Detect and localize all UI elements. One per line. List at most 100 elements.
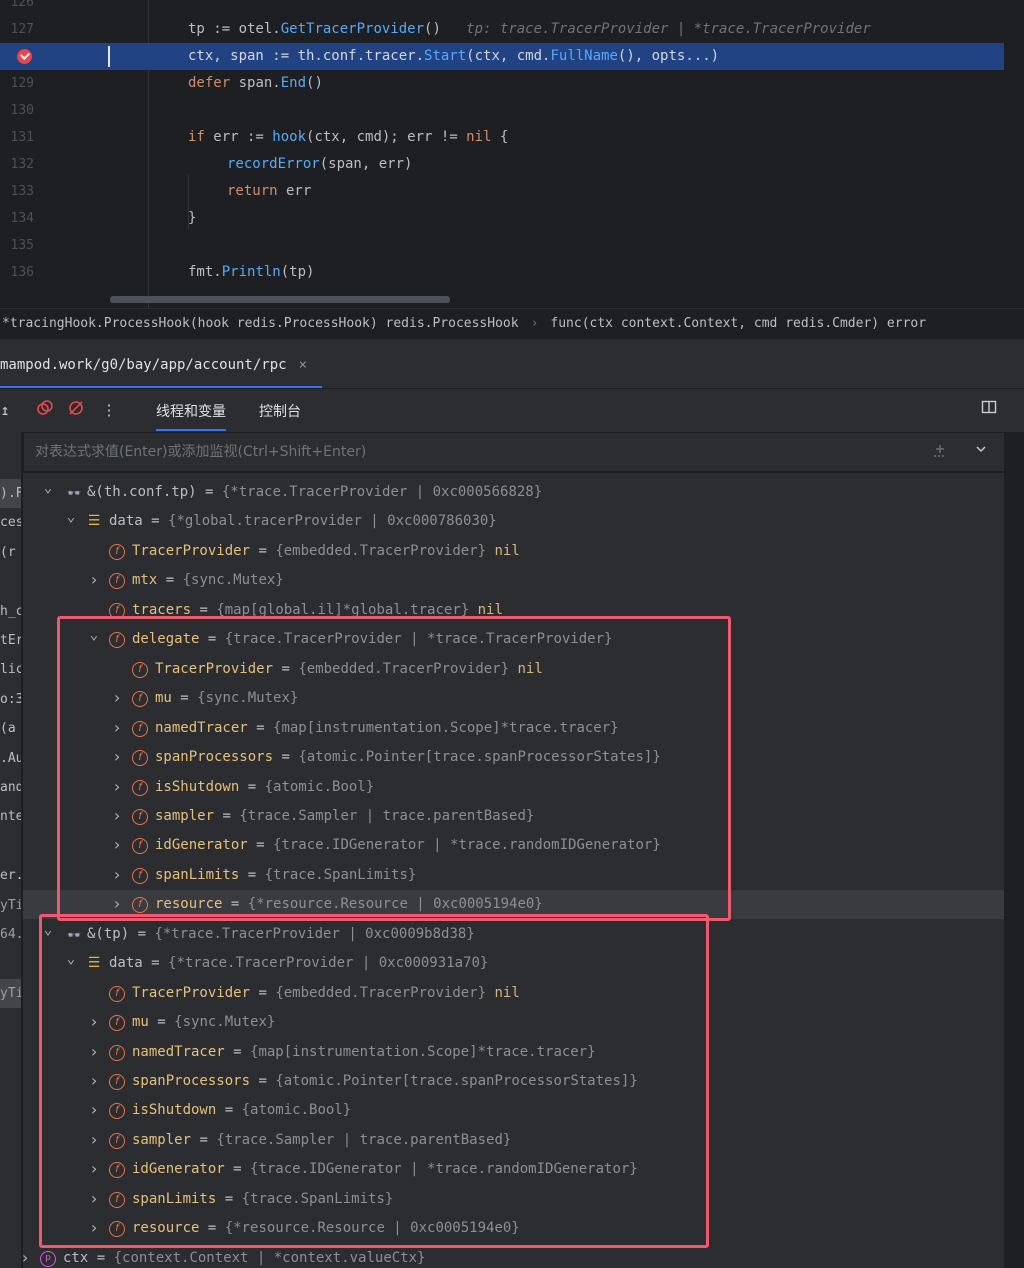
code-line[interactable]: 136 fmt.Println(tp): [0, 259, 1024, 286]
frames-panel[interactable]: ).F ces (r h_c tEr lic o:3 (a .Au and nte er. yTi 64.…: [0, 432, 22, 1268]
close-icon[interactable]: ×: [299, 357, 307, 373]
line-number[interactable]: 134: [0, 205, 34, 232]
code-text[interactable]: recordError(span, err): [227, 151, 412, 178]
frame-item[interactable]: ).F: [0, 479, 21, 508]
more-icon[interactable]: ⋮: [98, 399, 120, 421]
variable-row[interactable]: › f sampler = {trace.Sampler | trace.paren…: [23, 802, 1004, 831]
variable-row[interactable]: › f spanProcessors = {atomic.Pointer[trace…: [23, 743, 1004, 772]
frame-item[interactable]: h_c: [0, 597, 21, 626]
chevron-right-icon[interactable]: ›: [110, 684, 124, 711]
line-number[interactable]: 130: [0, 97, 34, 124]
code-line[interactable]: 127 tp := otel.GetTracerProvider() tp: tr…: [0, 16, 1024, 43]
line-number[interactable]: 129: [0, 70, 34, 97]
line-number[interactable]: 126: [0, 0, 34, 16]
variable-row[interactable]: ⌄ f delegate = {trace.TracerProvider | *tr…: [23, 625, 1004, 654]
variable-row[interactable]: f tracers = {map[global.il]*global.tracer…: [23, 596, 1004, 625]
chevron-down-icon[interactable]: [974, 442, 988, 460]
variable-row[interactable]: ⌄ 👓 &(th.conf.tp) = {*trace.TracerProvider…: [23, 478, 1004, 507]
code-text[interactable]: }: [188, 205, 196, 232]
layout-icon[interactable]: [978, 399, 1000, 421]
tab-threads-variables[interactable]: 线程和变量: [156, 401, 226, 431]
code-line[interactable]: 130: [0, 97, 1024, 124]
code-line[interactable]: 131 if err := hook(ctx, cmd); err != nil …: [0, 124, 1024, 151]
variable-row[interactable]: › f spanLimits = {trace.SpanLimits}: [23, 861, 1004, 890]
line-number[interactable]: 133: [0, 178, 34, 205]
chevron-down-icon[interactable]: ⌄: [41, 920, 55, 940]
frame-item[interactable]: [0, 832, 21, 861]
variable-row[interactable]: f TracerProvider = {embedded.TracerProvid…: [23, 979, 1004, 1008]
variable-row[interactable]: ⌄ ☰ data = {*global.tracerProvider | 0xc00…: [23, 507, 1004, 536]
chevron-down-icon[interactable]: ⌄: [64, 507, 78, 527]
debug-session-tab[interactable]: mampod.work/g0/bay/app/account/rpc ×: [0, 353, 307, 377]
frame-item[interactable]: yTi: [0, 978, 21, 1008]
code-text[interactable]: return err: [227, 178, 311, 205]
variable-row[interactable]: › f mu = {sync.Mutex}: [23, 1008, 1004, 1037]
variable-row[interactable]: ⌄ 👓 &(tp) = {*trace.TracerProvider | 0xc00…: [23, 920, 1004, 949]
code-line[interactable]: 134}: [0, 205, 1024, 232]
variable-row[interactable]: › f isShutdown = {atomic.Bool}: [23, 1096, 1004, 1125]
mute-breakpoints-icon[interactable]: [65, 399, 87, 421]
tab-console[interactable]: 控制台: [259, 401, 301, 421]
panel-scrollbar[interactable]: [1004, 432, 1024, 1268]
code-text[interactable]: fmt.Println(tp): [188, 259, 314, 286]
chevron-right-icon[interactable]: ›: [110, 743, 124, 770]
chevron-right-icon[interactable]: ›: [110, 890, 124, 917]
chevron-right-icon[interactable]: ›: [110, 802, 124, 829]
line-number[interactable]: 135: [0, 232, 34, 259]
variable-row[interactable]: ⌄ ☰ data = {*trace.TracerProvider | 0xc000…: [23, 949, 1004, 978]
variable-row[interactable]: › f sampler = {trace.Sampler | trace.paren…: [23, 1126, 1004, 1155]
variable-row[interactable]: › f spanLimits = {trace.SpanLimits}: [23, 1185, 1004, 1214]
chevron-right-icon[interactable]: ›: [87, 566, 101, 593]
variable-row[interactable]: › f idGenerator = {trace.IDGenerator | *tr…: [23, 1155, 1004, 1184]
chevron-right-icon[interactable]: ›: [87, 1008, 101, 1035]
chevron-right-icon[interactable]: ›: [87, 1096, 101, 1123]
code-line[interactable]: 132 recordError(span, err): [0, 151, 1024, 178]
variables-tree[interactable]: ⌄ 👓 &(th.conf.tp) = {*trace.TracerProvider…: [23, 473, 1004, 1268]
step-out-icon[interactable]: ↥: [0, 399, 16, 421]
chevron-down-icon[interactable]: ⌄: [64, 949, 78, 969]
chevron-right-icon[interactable]: ›: [23, 1244, 32, 1268]
chevron-right-icon[interactable]: ›: [87, 1185, 101, 1212]
chevron-down-icon[interactable]: ⌄: [41, 478, 55, 498]
chevron-down-icon[interactable]: ⌄: [87, 625, 101, 645]
expression-input[interactable]: [24, 433, 904, 471]
variable-row[interactable]: › p ctx = {context.Context | *context.valu…: [23, 1244, 1004, 1268]
chevron-right-icon[interactable]: ›: [110, 773, 124, 800]
line-number[interactable]: 131: [0, 124, 34, 151]
chevron-right-icon[interactable]: ›: [87, 1155, 101, 1182]
code-text[interactable]: tp := otel.GetTracerProvider() tp: trace…: [188, 16, 871, 43]
frame-item[interactable]: (a: [0, 714, 21, 743]
chevron-right-icon[interactable]: ›: [110, 831, 124, 858]
chevron-right-icon[interactable]: ›: [110, 861, 124, 888]
frame-item[interactable]: yTi: [0, 891, 21, 920]
frame-item[interactable]: 64.: [0, 920, 21, 949]
variable-row[interactable]: › f mu = {sync.Mutex}: [23, 684, 1004, 713]
chevron-right-icon[interactable]: ›: [87, 1126, 101, 1153]
frame-item[interactable]: o:3: [0, 685, 21, 714]
line-number[interactable]: 132: [0, 151, 34, 178]
variable-row[interactable]: › f isShutdown = {atomic.Bool}: [23, 773, 1004, 802]
code-line[interactable]: 129 defer span.End(): [0, 70, 1024, 97]
breakpoint-icon[interactable]: [17, 49, 32, 64]
line-number[interactable]: 136: [0, 259, 34, 286]
code-line-current[interactable]: ctx, span := th.conf.tracer.Start(ctx, c…: [0, 43, 1024, 70]
breadcrumb-item[interactable]: func(ctx context.Context, cmd redis.Cmde…: [548, 316, 928, 331]
code-text[interactable]: if err := hook(ctx, cmd); err != nil {: [188, 124, 508, 151]
chevron-right-icon[interactable]: ›: [110, 714, 124, 741]
variable-row[interactable]: › f idGenerator = {trace.IDGenerator | *tr…: [23, 831, 1004, 860]
chevron-right-icon[interactable]: ›: [87, 1067, 101, 1094]
frame-item[interactable]: nte: [0, 802, 21, 831]
variable-row[interactable]: › f mtx = {sync.Mutex}: [23, 566, 1004, 595]
frame-item[interactable]: .Au: [0, 744, 21, 773]
breadcrumb-item[interactable]: *tracingHook.ProcessHook(hook redis.Proc…: [0, 316, 521, 331]
editor-vertical-scrollbar[interactable]: [1004, 0, 1024, 308]
code-line[interactable]: 126: [0, 0, 1024, 16]
frame-item[interactable]: er.: [0, 861, 21, 890]
chevron-right-icon[interactable]: ›: [87, 1038, 101, 1065]
code-line[interactable]: 133 return err: [0, 178, 1024, 205]
line-number[interactable]: 127: [0, 16, 34, 43]
rerun-icon[interactable]: [34, 399, 56, 421]
frame-item[interactable]: and: [0, 773, 21, 802]
frame-item[interactable]: ces: [0, 508, 21, 537]
frame-item[interactable]: [0, 567, 21, 596]
